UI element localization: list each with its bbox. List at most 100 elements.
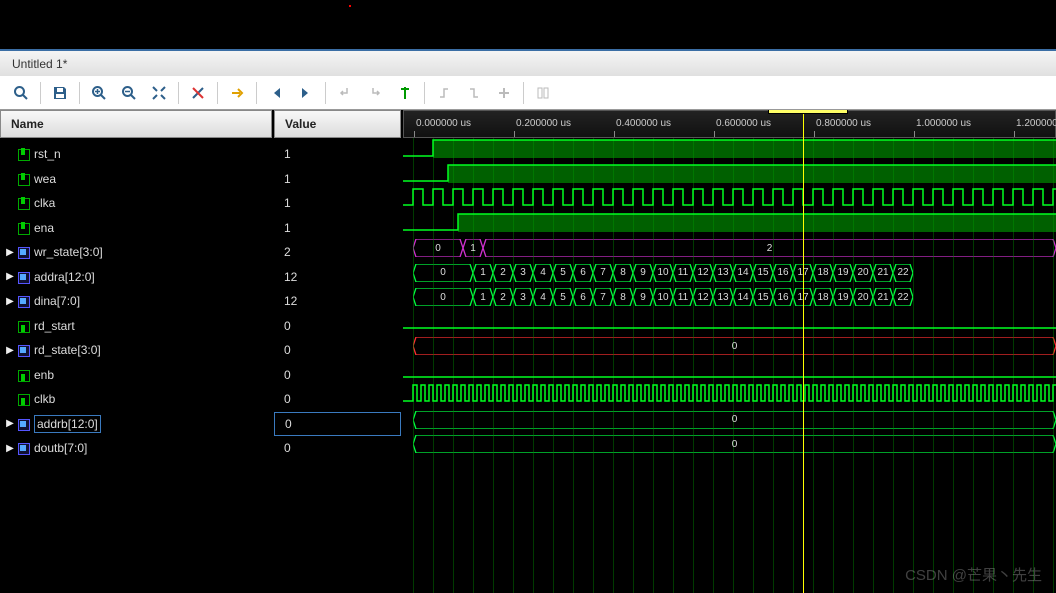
signal-value-dina[7:0][interactable]: 12: [274, 289, 401, 314]
signal-value-clka[interactable]: 1: [274, 191, 401, 216]
bus-value: 10: [653, 288, 673, 306]
remove-icon[interactable]: [489, 78, 519, 108]
signal-name-enb[interactable]: enb: [0, 363, 272, 388]
save-icon[interactable]: [45, 78, 75, 108]
signal-value-addrb[12:0][interactable]: 0: [274, 412, 401, 436]
goto-icon[interactable]: [222, 78, 252, 108]
signal-value-doutb[7:0][interactable]: 0: [274, 436, 401, 461]
wave-doutb[interactable]: 0: [403, 432, 1056, 457]
tab-title[interactable]: Untitled 1*: [12, 57, 67, 71]
wave-wr_state[interactable]: 012: [403, 236, 1056, 261]
wave-clkb[interactable]: [403, 383, 1056, 408]
signal-value-rd_state[3:0][interactable]: 0: [274, 338, 401, 363]
signal-label: rd_start: [34, 319, 75, 333]
wave-rd_state[interactable]: 0: [403, 334, 1056, 359]
signal-name-clka[interactable]: clka: [0, 191, 272, 216]
time-ruler[interactable]: 0.000000 us0.200000 us0.400000 us0.60000…: [403, 110, 1056, 138]
add-marker-icon[interactable]: [390, 78, 420, 108]
signal-type-icon: [16, 147, 30, 161]
value-header[interactable]: Value: [274, 110, 401, 138]
bus-value: 7: [593, 288, 613, 306]
bus-value: 19: [833, 264, 853, 282]
signal-name-clkb[interactable]: clkb: [0, 387, 272, 412]
signal-value-addra[12:0][interactable]: 12: [274, 265, 401, 290]
next-edge-icon[interactable]: [360, 78, 390, 108]
expand-icon[interactable]: ▶: [4, 418, 16, 429]
signal-name-rd_start[interactable]: rd_start: [0, 314, 272, 339]
bus-value: 19: [833, 288, 853, 306]
signal-type-icon: [16, 417, 30, 431]
signal-type-icon: [16, 392, 30, 406]
wave-wea[interactable]: [403, 163, 1056, 188]
signal-value-wr_state[3:0][interactable]: 2: [274, 240, 401, 265]
name-column: Name rst_nweaclkaena▶wr_state[3:0]▶addra…: [0, 110, 274, 593]
search-icon[interactable]: [6, 78, 36, 108]
name-header[interactable]: Name: [0, 110, 272, 138]
ruler-tick: 0.000000 us: [416, 118, 471, 129]
expand-icon[interactable]: ▶: [4, 296, 16, 307]
next-trans-icon[interactable]: [459, 78, 489, 108]
signal-name-addrb[12:0][interactable]: ▶ addrb[12:0]: [0, 412, 272, 437]
wave-dina[interactable]: 012345678910111213141516171819202122: [403, 285, 1056, 310]
zoom-in-icon[interactable]: [84, 78, 114, 108]
signal-name-wr_state[3:0][interactable]: ▶wr_state[3:0]: [0, 240, 272, 265]
signal-name-doutb[7:0][interactable]: ▶doutb[7:0]: [0, 436, 272, 461]
prev-trans-icon[interactable]: [429, 78, 459, 108]
signal-name-ena[interactable]: ena: [0, 216, 272, 241]
bus-value: 7: [593, 264, 613, 282]
signal-label: rd_state[3:0]: [34, 343, 101, 357]
signal-name-rd_state[3:0][interactable]: ▶ rd_state[3:0]: [0, 338, 272, 363]
signal-name-rst_n[interactable]: rst_n: [0, 142, 272, 167]
go-first-icon[interactable]: [261, 78, 291, 108]
expand-icon[interactable]: ▶: [4, 443, 16, 454]
bus-value: 15: [753, 264, 773, 282]
wave-rd_start[interactable]: [403, 310, 1056, 335]
signal-value-rst_n[interactable]: 1: [274, 142, 401, 167]
zoom-fit-icon[interactable]: [144, 78, 174, 108]
wave-addrb[interactable]: 0: [403, 408, 1056, 433]
bus-value: 0: [413, 411, 1056, 429]
wave-addra[interactable]: 012345678910111213141516171819202122: [403, 261, 1056, 286]
bus-value: 0: [413, 264, 473, 282]
bus-value: 0: [413, 239, 463, 257]
signal-label: addrb[12:0]: [34, 415, 101, 433]
signal-type-icon: [16, 196, 30, 210]
signal-value-rd_start[interactable]: 0: [274, 314, 401, 339]
value-column: Value 111121212000000: [274, 110, 403, 593]
separator: [178, 82, 179, 104]
wave-enb[interactable]: [403, 359, 1056, 384]
prev-edge-icon[interactable]: [330, 78, 360, 108]
signal-value-clkb[interactable]: 0: [274, 387, 401, 412]
top-black-bar: [0, 0, 1056, 49]
signal-value-enb[interactable]: 0: [274, 363, 401, 388]
expand-icon[interactable]: ▶: [4, 271, 16, 282]
signal-type-icon: [16, 319, 30, 333]
signal-label: addra[12:0]: [34, 270, 95, 284]
signal-value-wea[interactable]: 1: [274, 167, 401, 192]
expand-icon[interactable]: ▶: [4, 247, 16, 258]
wave-rst_n[interactable]: [403, 138, 1056, 163]
signal-label: clka: [34, 196, 55, 210]
signal-value-ena[interactable]: 1: [274, 216, 401, 241]
unlink-icon[interactable]: [183, 78, 213, 108]
bus-value: 2: [493, 264, 513, 282]
waveform-area[interactable]: 0.780000 us 0.000000 us0.200000 us0.4000…: [403, 110, 1056, 593]
group-icon[interactable]: [528, 78, 558, 108]
bus-value: 21: [873, 264, 893, 282]
bus-value: 13: [713, 264, 733, 282]
signal-name-dina[7:0][interactable]: ▶dina[7:0]: [0, 289, 272, 314]
zoom-out-icon[interactable]: [114, 78, 144, 108]
wave-clka[interactable]: [403, 187, 1056, 212]
signal-name-addra[12:0][interactable]: ▶ addra[12:0]: [0, 265, 272, 290]
ruler-tick: 0.600000 us: [716, 118, 771, 129]
signal-name-wea[interactable]: wea: [0, 167, 272, 192]
marker-cursor[interactable]: [803, 110, 804, 593]
go-last-icon[interactable]: [291, 78, 321, 108]
expand-icon[interactable]: ▶: [4, 345, 16, 356]
signal-type-icon: [16, 245, 30, 259]
bus-value: 1: [473, 288, 493, 306]
separator: [424, 82, 425, 104]
wave-ena[interactable]: [403, 212, 1056, 237]
separator: [523, 82, 524, 104]
bus-value: 16: [773, 288, 793, 306]
